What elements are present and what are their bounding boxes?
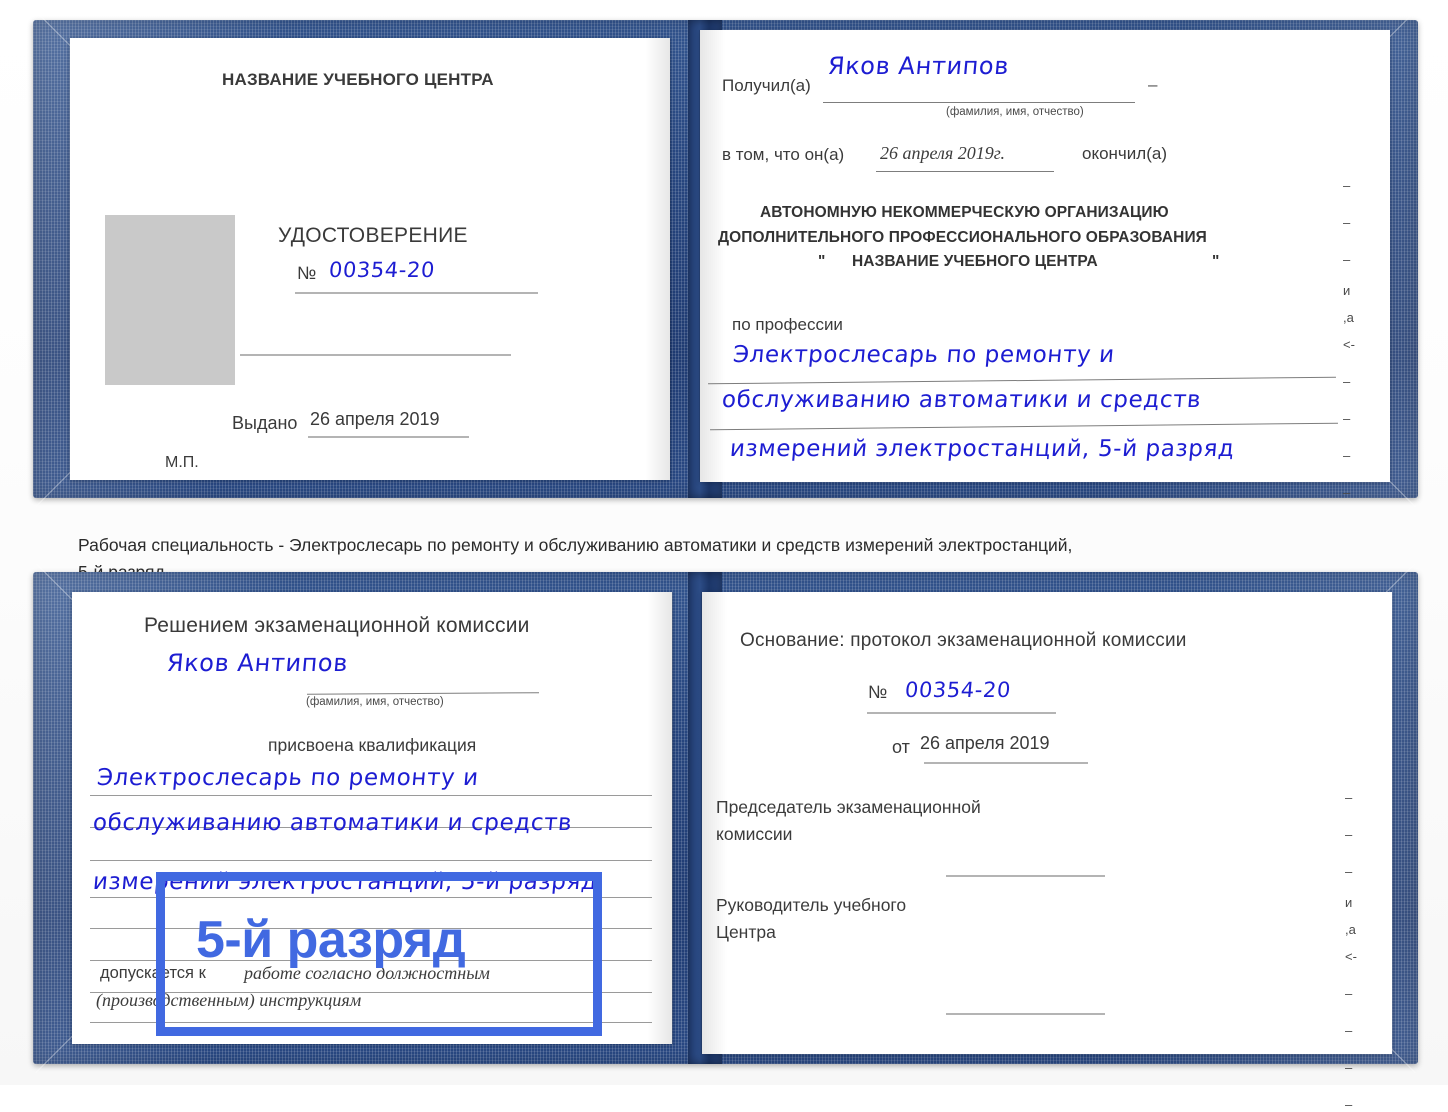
name-value: Яков Антипов bbox=[165, 649, 350, 677]
edge-fragment: – bbox=[1345, 790, 1353, 805]
edge-fragment: – bbox=[1345, 986, 1353, 1001]
qualification-line-1: Электрослесарь по ремонту и bbox=[95, 765, 480, 791]
received-label: Получил(а) bbox=[722, 76, 811, 95]
top-left-page: НАЗВАНИЕ УЧЕБНОГО ЦЕНТРА М.П. УДОСТОВЕРЕ… bbox=[70, 38, 671, 480]
received-value: Яков Антипов bbox=[826, 52, 1011, 80]
number-rule bbox=[867, 712, 1056, 714]
org-line-3: НАЗВАНИЕ УЧЕБНОГО ЦЕНТРА bbox=[852, 253, 1098, 270]
profession-rule-2 bbox=[710, 422, 1338, 431]
that-value: 26 апреля 2019г. bbox=[880, 143, 1006, 163]
edge-fragment: – bbox=[1345, 1023, 1353, 1038]
certificate-title: УДОСТОВЕРЕНИЕ bbox=[278, 224, 468, 247]
number-label: № bbox=[297, 263, 317, 283]
director-line-1: Руководитель учебного bbox=[716, 895, 907, 915]
number-label: № bbox=[868, 682, 888, 702]
bottom-right-page: Основание: протокол экзаменационной коми… bbox=[701, 592, 1392, 1054]
director-sign-rule bbox=[946, 1013, 1105, 1015]
edge-fragment: – bbox=[1345, 864, 1353, 879]
edge-fragment: – bbox=[1343, 485, 1351, 500]
page-title: Решением экзаменационной комиссии bbox=[144, 614, 530, 637]
profession-line-2: обслуживанию автоматики и средств bbox=[720, 387, 1203, 413]
edge-fragment: ,а bbox=[1345, 922, 1356, 937]
edge-fragment: – bbox=[1345, 827, 1353, 842]
edge-fragment: <- bbox=[1343, 337, 1355, 352]
date-rule bbox=[924, 762, 1088, 764]
edge-fragment: – bbox=[1345, 1097, 1353, 1112]
org-quote-open: " bbox=[818, 253, 826, 270]
edge-fragment: – bbox=[1343, 252, 1351, 267]
page-title: НАЗВАНИЕ УЧЕБНОГО ЦЕНТРА bbox=[222, 70, 494, 89]
profession-line-3: измерений электростанций, 5-й разряд bbox=[728, 436, 1236, 462]
number-value: 00354-20 bbox=[327, 258, 436, 282]
issued-label: Выдано bbox=[232, 413, 298, 433]
profession-line-1: Электрослесарь по ремонту и bbox=[731, 342, 1116, 368]
date-value: 26 апреля 2019 bbox=[920, 733, 1050, 753]
profession-label: по профессии bbox=[732, 315, 843, 334]
photo-placeholder bbox=[105, 215, 235, 385]
ruled-line bbox=[90, 860, 652, 861]
qualification-line-2: обслуживанию автоматики и средств bbox=[91, 810, 574, 836]
number-value: 00354-20 bbox=[903, 678, 1012, 702]
edge-fragment: – bbox=[1343, 178, 1351, 193]
seal-label: М.П. bbox=[165, 454, 199, 471]
org-line-1: АВТОНОМНУЮ НЕКОММЕРЧЕСКУЮ ОРГАНИЗАЦИЮ bbox=[760, 204, 1169, 221]
edge-fragment: – bbox=[1345, 1060, 1353, 1075]
number-rule bbox=[295, 292, 538, 294]
name-hint: (фамилия, имя, отчество) bbox=[946, 106, 1084, 118]
received-rule bbox=[823, 102, 1135, 103]
name-rule bbox=[306, 692, 540, 695]
ruled-line bbox=[90, 795, 652, 796]
name-hint: (фамилия, имя, отчество) bbox=[306, 696, 444, 708]
edge-fragment: – bbox=[1343, 411, 1351, 426]
edge-fragment: ,а bbox=[1343, 310, 1354, 325]
edge-fragment: и bbox=[1343, 283, 1351, 298]
top-edge-fragments: – – – и ,а <- – – – – bbox=[1343, 178, 1367, 500]
blank-rule bbox=[240, 354, 511, 356]
qualification-label: присвоена квалификация bbox=[268, 735, 477, 755]
chairman-line-1: Председатель экзаменационной bbox=[716, 797, 981, 817]
bottom-edge-fragments: – – – и ,а <- – – – – bbox=[1345, 790, 1369, 1112]
finished-label: окончил(а) bbox=[1082, 144, 1167, 163]
chairman-line-2: комиссии bbox=[716, 824, 793, 844]
org-line-2: ДОПОЛНИТЕЛЬНОГО ПРОФЕССИОНАЛЬНОГО ОБРАЗО… bbox=[718, 229, 1207, 246]
that-label: в том, что он(а) bbox=[722, 145, 845, 164]
edge-fragment: <- bbox=[1345, 949, 1357, 964]
edge-fragment: – bbox=[1343, 215, 1351, 230]
highlight-callout-label: 5-й разряд bbox=[196, 911, 466, 969]
received-dash: – bbox=[1148, 75, 1158, 94]
basis-label: Основание: протокол экзаменационной коми… bbox=[740, 630, 1187, 651]
profession-rule-1 bbox=[708, 376, 1336, 385]
top-right-page: Получил(а) Яков Антипов (фамилия, имя, о… bbox=[699, 30, 1390, 482]
edge-fragment: – bbox=[1343, 374, 1351, 389]
issued-value: 26 апреля 2019 bbox=[310, 409, 440, 429]
org-quote-close: " bbox=[1212, 253, 1220, 270]
that-rule bbox=[876, 171, 1054, 172]
director-line-2: Центра bbox=[716, 922, 776, 942]
edge-fragment: и bbox=[1345, 895, 1353, 910]
date-label: от bbox=[892, 737, 910, 757]
chairman-sign-rule bbox=[946, 875, 1105, 877]
edge-fragment: – bbox=[1343, 448, 1351, 463]
issued-rule bbox=[308, 436, 469, 438]
